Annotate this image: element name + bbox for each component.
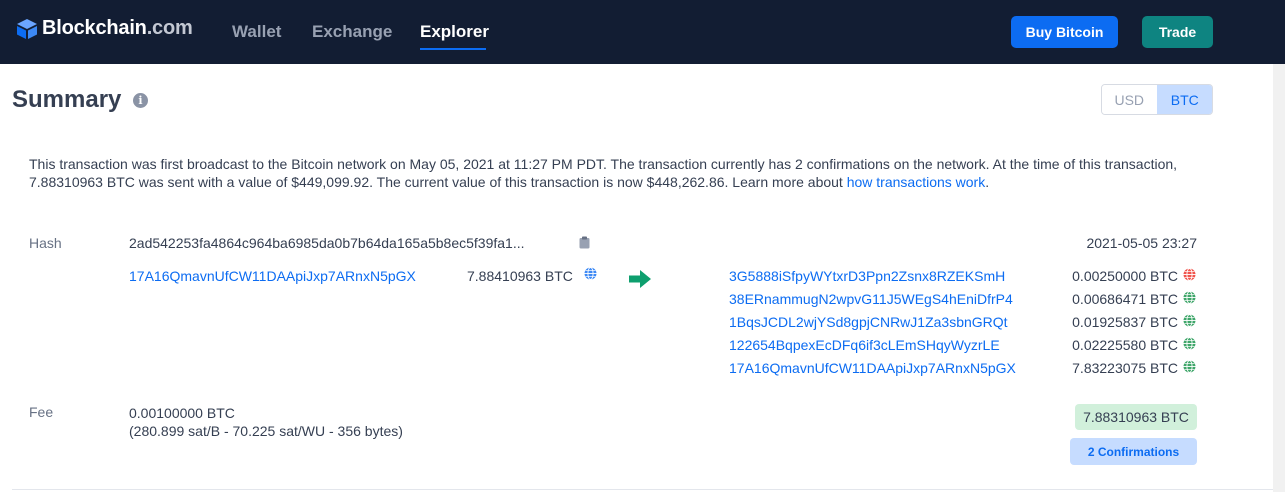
output-address[interactable]: 17A16QmavnUfCW11DAApiJxp7ARnxN5pGX — [729, 360, 1016, 376]
input-amount: 7.88410963 BTC — [467, 268, 573, 284]
info-icon[interactable]: i — [133, 93, 148, 108]
output-amount: 0.02225580 BTC — [1072, 337, 1178, 353]
nav-explorer[interactable]: Explorer — [420, 22, 489, 42]
globe-green-icon[interactable] — [1183, 291, 1196, 304]
trade-button[interactable]: Trade — [1142, 16, 1213, 48]
globe-blue-icon[interactable] — [584, 267, 597, 280]
learn-transactions-link[interactable]: how transactions work — [847, 174, 986, 190]
fee-btc: 0.00100000 BTC — [129, 405, 235, 421]
divider — [12, 489, 1273, 490]
tx-timestamp: 2021-05-05 23:27 — [1086, 235, 1197, 251]
fee-value: 0.00100000 BTC (280.899 sat/B - 70.225 s… — [129, 404, 403, 440]
page-title: Summary — [12, 86, 122, 113]
currency-btc-option[interactable]: BTC — [1156, 85, 1212, 114]
output-amount: 0.00686471 BTC — [1072, 291, 1178, 307]
total-amount-badge: 7.88310963 BTC — [1075, 404, 1197, 430]
output-address[interactable]: 122654BqpexEcDFq6if3cLEmSHqyWyzrLE — [729, 337, 1000, 353]
output-amount: 0.01925837 BTC — [1072, 314, 1178, 330]
nav-wallet[interactable]: Wallet — [232, 22, 281, 42]
fee-label: Fee — [29, 404, 54, 420]
arrow-right-icon — [629, 270, 651, 288]
top-navbar: Blockchain.com Wallet Exchange Explorer … — [0, 0, 1285, 64]
fee-detail: (280.899 sat/B - 70.225 sat/WU - 356 byt… — [129, 423, 403, 439]
output-address[interactable]: 38ERnammugN2wpvG11J5WEgS4hEniDfrP4 — [729, 291, 1013, 307]
globe-red-icon[interactable] — [1183, 268, 1196, 281]
globe-green-icon[interactable] — [1183, 314, 1196, 327]
buy-bitcoin-button[interactable]: Buy Bitcoin — [1011, 16, 1118, 48]
currency-usd-option[interactable]: USD — [1102, 85, 1157, 114]
confirmations-badge: 2 Confirmations — [1070, 438, 1197, 465]
nav-exchange[interactable]: Exchange — [312, 22, 392, 42]
page-scrollbar[interactable] — [1273, 64, 1285, 492]
nav-active-indicator — [420, 48, 486, 50]
transaction-description: This transaction was first broadcast to … — [29, 156, 1178, 190]
output-amount: 0.00250000 BTC — [1072, 268, 1178, 284]
globe-green-icon[interactable] — [1183, 360, 1196, 373]
globe-green-icon[interactable] — [1183, 337, 1196, 350]
input-address[interactable]: 17A16QmavnUfCW11DAApiJxp7ARnxN5pGX — [129, 268, 416, 284]
brand-name: Blockchain.com — [42, 17, 193, 39]
tx-hash[interactable]: 2ad542253fa4864c964ba6985da0b7b64da165a5… — [129, 235, 525, 251]
currency-toggle: USD BTC — [1101, 84, 1213, 115]
clipboard-icon[interactable] — [579, 236, 590, 249]
output-address[interactable]: 1BqsJCDL2wjYSd8gpjCNRwJ1Za3sbnGRQt — [729, 314, 1008, 330]
brand-logo[interactable]: Blockchain.com — [16, 17, 193, 40]
hash-label: Hash — [29, 235, 62, 251]
output-amount: 7.83223075 BTC — [1072, 360, 1178, 376]
output-address[interactable]: 3G5888iSfpyWYtxrD3Ppn2Zsnx8RZEKSmH — [729, 268, 1005, 284]
blockchain-logo-icon — [17, 18, 37, 39]
